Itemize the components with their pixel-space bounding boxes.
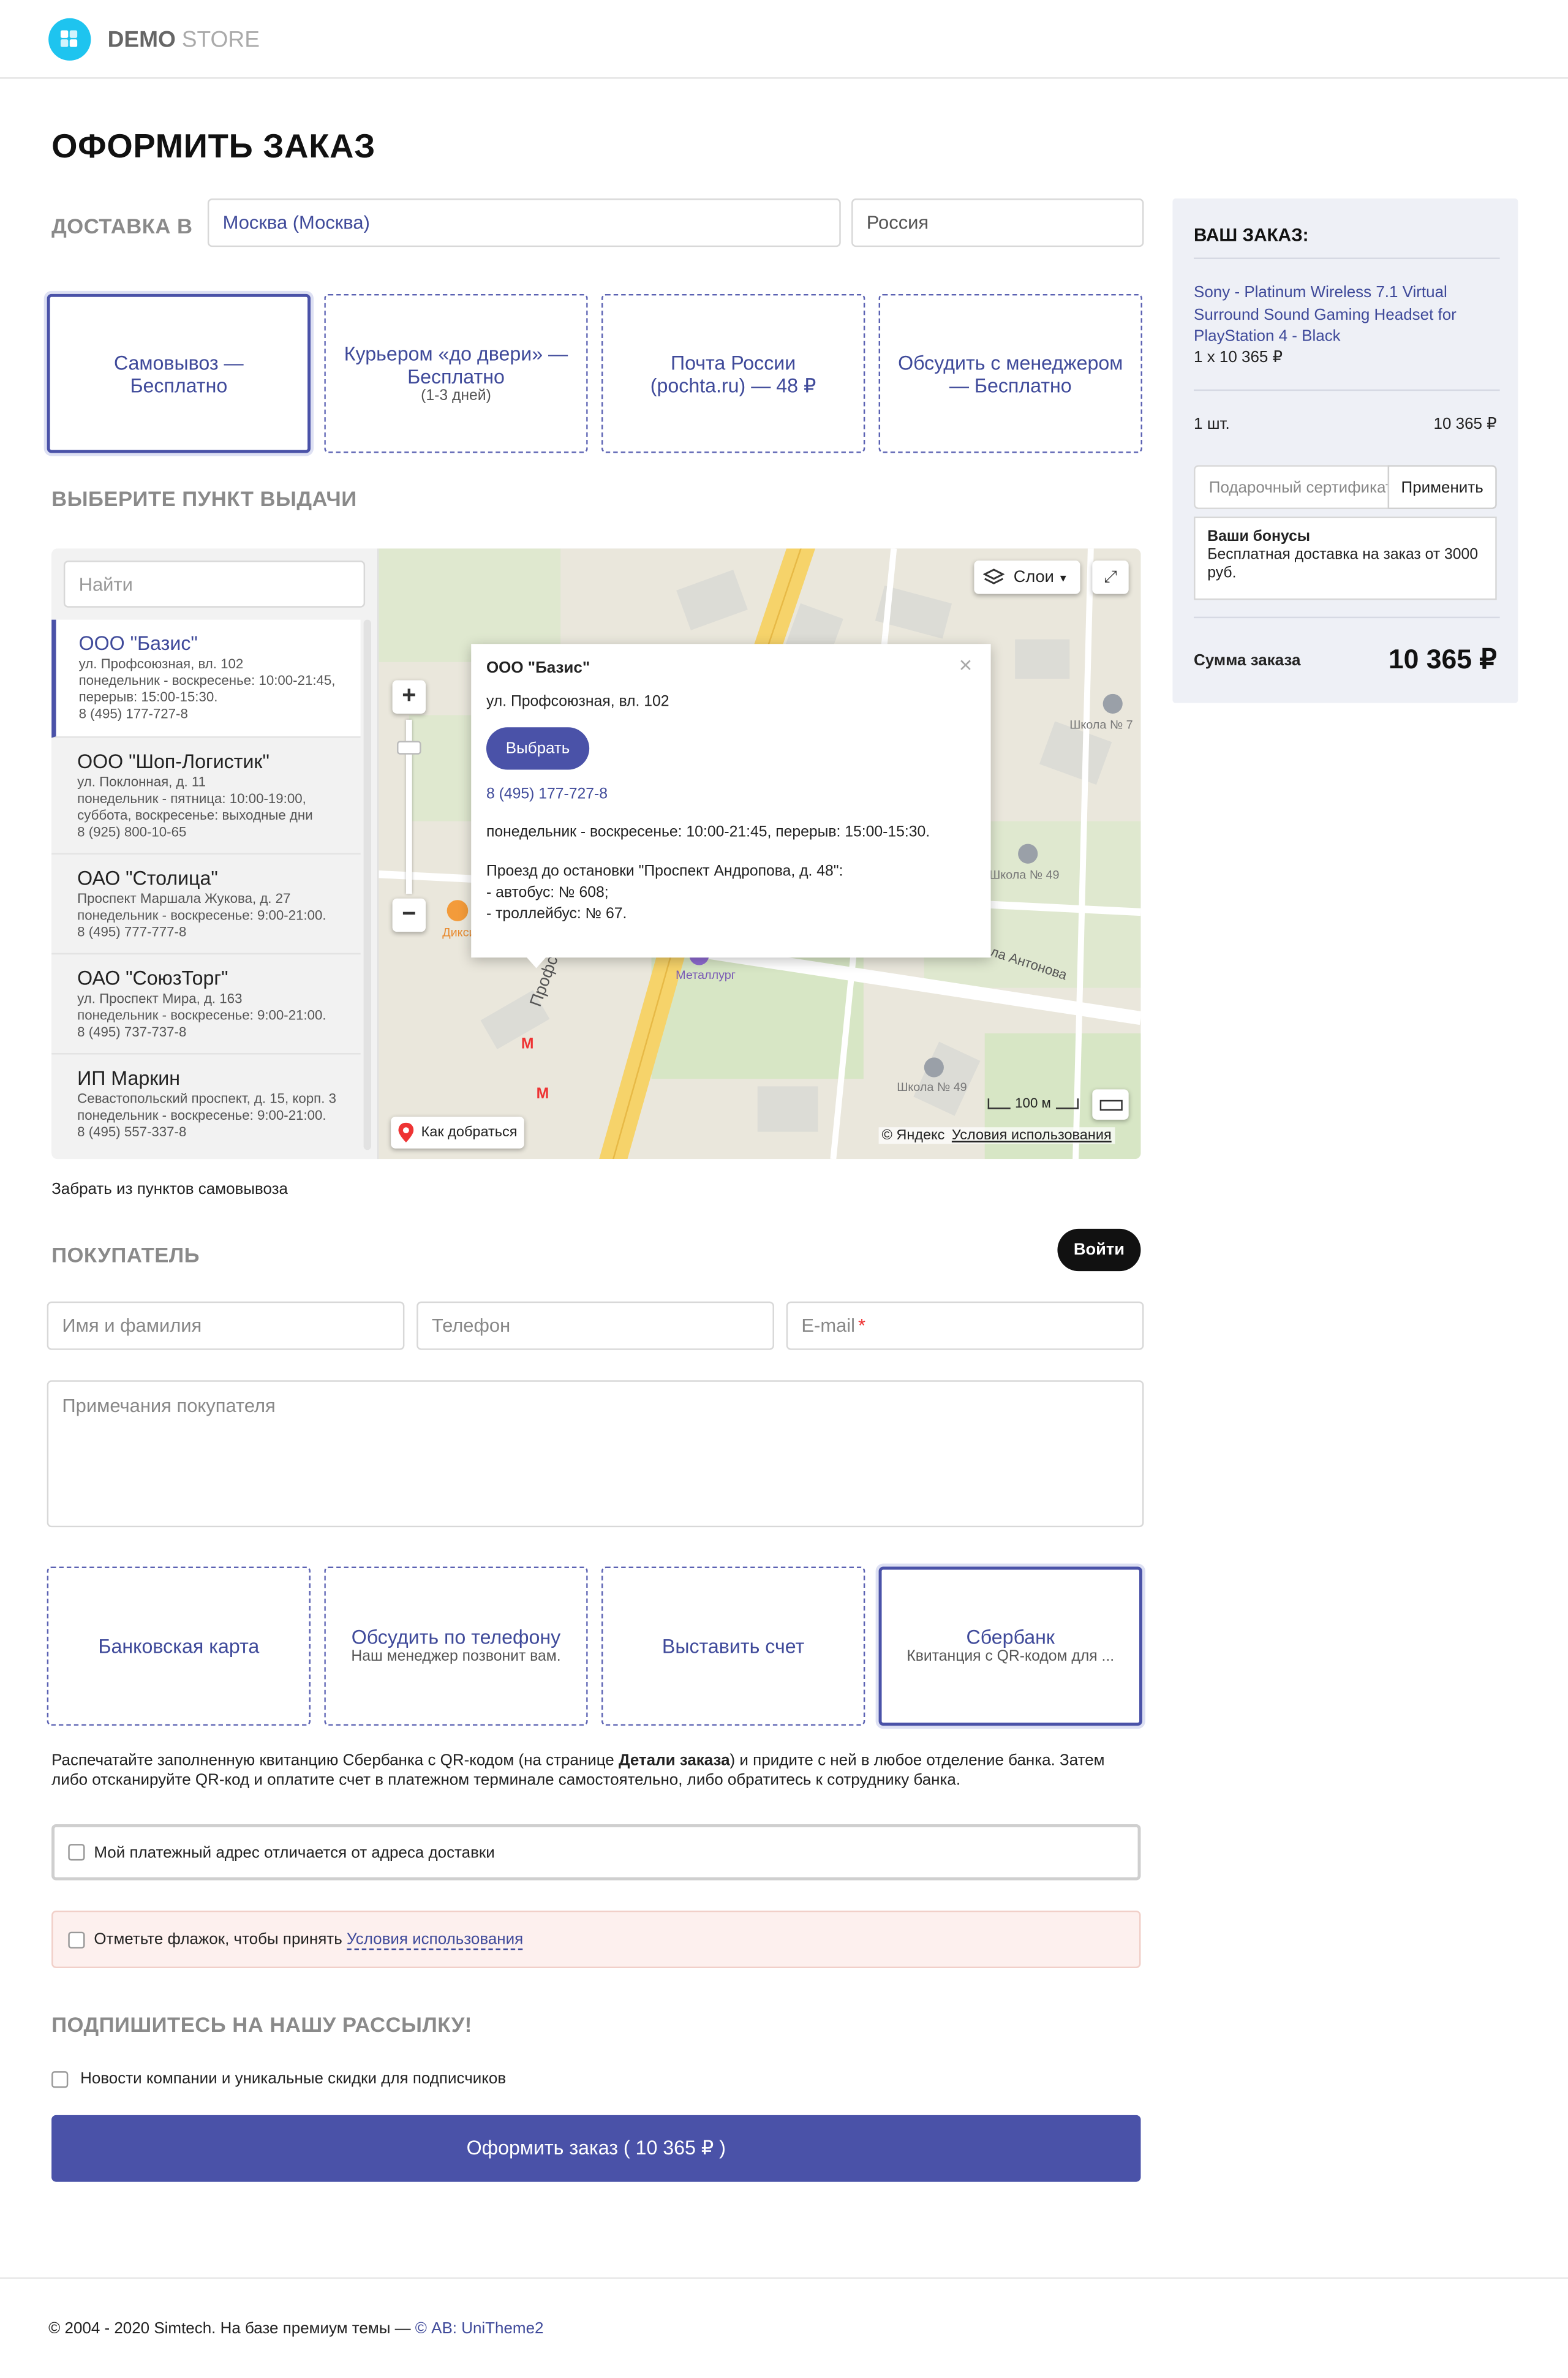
name-input[interactable]: Имя и фамилия: [47, 1301, 405, 1350]
pickup-search-input[interactable]: Найти: [63, 561, 366, 608]
balloon-tail: [524, 954, 549, 968]
balloon-title: ООО "Базис": [486, 659, 590, 678]
newsletter-header: ПОДПИШИТЕСЬ НА НАШУ РАССЫЛКУ!: [51, 2012, 472, 2037]
billing-address-box[interactable]: Мой платежный адрес отличается от адреса…: [51, 1824, 1141, 1881]
shipping-option-post[interactable]: Почта России (pochta.ru) — 48 ₽: [601, 293, 865, 453]
login-button[interactable]: Войти: [1057, 1228, 1141, 1272]
delivery-label: ДОСТАВКА В: [51, 213, 193, 238]
country-select[interactable]: Россия: [851, 198, 1144, 247]
payment-option-card[interactable]: Банковская карта: [47, 1566, 311, 1726]
shipping-option-manager[interactable]: Обсудить с менеджером — Бесплатно: [878, 293, 1142, 453]
logo-icon: [48, 18, 91, 61]
map-fullscreen-button[interactable]: ⤢: [1092, 561, 1129, 594]
school-label-1: Школа № 7: [1069, 718, 1133, 732]
school-icon-2: [1018, 844, 1038, 864]
order-summary-title: ВАШ ЗАКАЗ:: [1194, 224, 1309, 246]
map-zoom-out-button[interactable]: −: [392, 898, 426, 932]
pickup-list: Найти ООО "Базис" ул. Профсоюзная, вл. 1…: [51, 548, 379, 1160]
place-order-button[interactable]: Оформить заказ ( 10 365 ₽ ): [51, 2115, 1141, 2182]
balloon-phone[interactable]: 8 (495) 177-727-8: [486, 787, 976, 803]
pickup-point-3[interactable]: ОАО "СоюзТорг" ул. Проспект Мира, д. 163…: [51, 954, 361, 1055]
balloon-trolley: - троллейбус: № 67.: [486, 906, 627, 923]
phone-input[interactable]: Телефон: [417, 1301, 774, 1350]
map[interactable]: Школа № 7 Школа № 49 Школа № 49 Металлур…: [379, 548, 1141, 1160]
pickup-header: ВЫБЕРИТЕ ПУНКТ ВЫДАЧИ: [51, 486, 357, 511]
map-scale: 100 м: [987, 1095, 1079, 1111]
metro-label: Металлург: [676, 968, 736, 982]
close-icon[interactable]: ×: [959, 653, 973, 679]
email-input[interactable]: E-mail *: [786, 1301, 1144, 1350]
shipping-option-pickup[interactable]: Самовывоз — Бесплатно: [47, 293, 311, 453]
shop-icon: [447, 900, 469, 921]
metro-station-icon-2: M: [536, 1086, 549, 1103]
city-input[interactable]: Москва (Москва): [207, 198, 841, 247]
shipping-option-courier[interactable]: Курьером «до двери» — Бесплатно (1-3 дне…: [324, 293, 588, 453]
layers-icon: [983, 568, 1005, 584]
map-balloon: × ООО "Базис" ул. Профсоюзная, вл. 102 В…: [471, 644, 991, 958]
order-product-price: 1 x 10 365 ₽: [1194, 348, 1283, 367]
terms-box: Отметьте флажок, чтобы принять Условия и…: [51, 1910, 1141, 1968]
site-header: DEMO STORE: [0, 0, 1568, 79]
footer-text: © 2004 - 2020 Simtech. На базе премиум т…: [48, 2319, 415, 2338]
minus-icon: −: [402, 901, 417, 927]
ruler-icon: [1099, 1099, 1122, 1110]
terms-link[interactable]: Условия использования: [346, 1930, 524, 1950]
balloon-address: ул. Профсоюзная, вл. 102: [486, 693, 669, 711]
balloon-hours: понедельник - воскресенье: 10:00-21:45, …: [486, 824, 930, 841]
school-label-2: Школа № 49: [989, 868, 1060, 882]
map-pin-icon: [398, 1122, 414, 1142]
school-icon-1: [1102, 693, 1123, 714]
map-ruler-button[interactable]: [1092, 1089, 1129, 1120]
page-title: ОФОРМИТЬ ЗАКАЗ: [51, 127, 376, 165]
logo-main-text: DEMO: [107, 26, 176, 53]
pickup-panel: Найти ООО "Базис" ул. Профсоюзная, вл. 1…: [51, 548, 1141, 1160]
map-copyright: © Яндекс Условия использования: [878, 1127, 1115, 1144]
customer-header: ПОКУПАТЕЛЬ: [51, 1242, 200, 1267]
pickup-list-scrollbar[interactable]: [363, 619, 371, 1150]
notes-textarea[interactable]: Примечания покупателя: [47, 1380, 1144, 1528]
order-qty: 1 шт.: [1194, 415, 1230, 434]
gift-apply-button[interactable]: Применить: [1387, 465, 1497, 510]
map-terms-link[interactable]: Условия использования: [952, 1127, 1112, 1144]
billing-diff-checkbox[interactable]: [68, 1844, 85, 1861]
footer: © 2004 - 2020 Simtech. На базе премиум т…: [0, 2277, 1568, 2353]
payment-option-sberbank[interactable]: Сбербанк Квитанция с QR-кодом для ...: [878, 1566, 1142, 1726]
balloon-bus: - автобус: № 608;: [486, 885, 609, 902]
pickup-note: Забрать из пунктов самовывоза: [51, 1180, 288, 1199]
order-product-link[interactable]: Sony - Platinum Wireless 7.1 Virtual Sur…: [1194, 282, 1482, 348]
newsletter-row[interactable]: Новости компании и уникальные скидки для…: [51, 2070, 506, 2088]
map-zoom-in-button[interactable]: +: [392, 680, 426, 714]
order-summary: ВАШ ЗАКАЗ: Sony - Platinum Wireless 7.1 …: [1172, 198, 1518, 703]
logo-sub-text: STORE: [181, 26, 260, 53]
metro-station-icon: M: [521, 1036, 534, 1054]
balloon-directions: Проезд до остановки "Проспект Андропова,…: [486, 863, 843, 881]
payment-info: Распечатайте заполненную квитанцию Сберб…: [51, 1751, 1105, 1790]
pickup-point-4[interactable]: ИП Маркин Севастопольский проспект, д. 1…: [51, 1054, 361, 1159]
balloon-select-button[interactable]: Выбрать: [486, 727, 590, 770]
order-line-total: 10 365 ₽: [1433, 415, 1497, 434]
payment-option-invoice[interactable]: Выставить счет: [601, 1566, 865, 1726]
plus-icon: +: [402, 683, 417, 709]
terms-checkbox[interactable]: [68, 1931, 85, 1948]
pickup-point-0[interactable]: ООО "Базис" ул. Профсоюзная, вл. 102 пон…: [51, 619, 361, 738]
pickup-point-1[interactable]: ООО "Шоп-Логистик" ул. Поклонная, д. 11 …: [51, 738, 361, 855]
map-layers-button[interactable]: Слои ▾: [974, 561, 1080, 594]
order-total-value: 10 365 ₽: [1388, 644, 1497, 674]
logo[interactable]: DEMO STORE: [48, 17, 260, 62]
chevron-down-icon: ▾: [1060, 570, 1066, 584]
bonus-box: Ваши бонусы Бесплатная доставка на заказ…: [1194, 516, 1497, 600]
map-route-button[interactable]: Как добраться: [391, 1116, 524, 1149]
footer-link[interactable]: © AB: UniTheme2: [415, 2320, 544, 2338]
expand-icon: ⤢: [1104, 567, 1117, 586]
newsletter-checkbox[interactable]: [51, 2070, 69, 2088]
gift-certificate-input[interactable]: Подарочный сертификат: [1194, 465, 1390, 510]
order-total-label: Сумма заказа: [1194, 651, 1301, 670]
payment-option-phone[interactable]: Обсудить по телефону Наш менеджер позвон…: [324, 1566, 588, 1726]
pickup-point-2[interactable]: ОАО "Столица" Проспект Маршала Жукова, д…: [51, 855, 361, 955]
map-zoom-handle[interactable]: [397, 741, 421, 755]
school-label-3: Школа № 49: [897, 1080, 967, 1094]
required-mark: *: [858, 1315, 866, 1337]
school-icon-3: [924, 1057, 944, 1078]
